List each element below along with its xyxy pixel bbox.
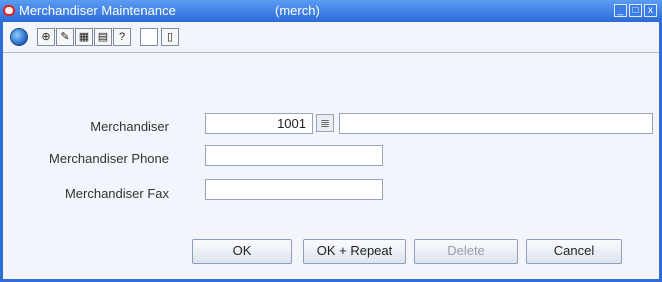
- globe-icon[interactable]: [10, 28, 28, 46]
- lookup-icon[interactable]: ≣: [316, 114, 334, 132]
- merchandiser-id-input[interactable]: [205, 113, 313, 134]
- window-title: Merchandiser Maintenance: [19, 3, 176, 18]
- delete-button[interactable]: Delete: [414, 239, 518, 264]
- help-circle-icon[interactable]: ⊕: [37, 28, 55, 46]
- notes-icon[interactable]: ✎: [56, 28, 74, 46]
- window-subtitle: (merch): [275, 3, 320, 18]
- merchandiser-fax-label: Merchandiser Fax: [64, 186, 169, 201]
- blank-icon[interactable]: [140, 28, 158, 46]
- merchandiser-phone-label: Merchandiser Phone: [49, 151, 169, 166]
- question-icon[interactable]: ?: [113, 28, 131, 46]
- merchandiser-maintenance-window: Merchandiser Maintenance (merch) _ □ x ⊕…: [0, 0, 662, 282]
- ok-repeat-button[interactable]: OK + Repeat: [303, 239, 406, 264]
- merchandiser-description-input[interactable]: [339, 113, 653, 134]
- calendar-icon[interactable]: ▦: [75, 28, 93, 46]
- merchandiser-phone-input[interactable]: [205, 145, 383, 166]
- maximize-icon[interactable]: □: [629, 4, 642, 17]
- cancel-button[interactable]: Cancel: [526, 239, 622, 264]
- document-icon[interactable]: ▯: [161, 28, 179, 46]
- title-bar[interactable]: Merchandiser Maintenance (merch) _ □ x: [0, 0, 662, 22]
- merchandiser-label: Merchandiser: [90, 119, 169, 134]
- close-icon[interactable]: x: [644, 4, 657, 17]
- ok-button[interactable]: OK: [192, 239, 292, 264]
- app-icon: [3, 5, 15, 16]
- merchandiser-fax-input[interactable]: [205, 179, 383, 200]
- merchandiser-form: Merchandiser ≣ Merchandiser Phone Mercha…: [3, 53, 659, 279]
- toolbar: ⊕ ✎ ▦ ▤ ? ▯: [3, 22, 659, 53]
- memo-icon[interactable]: ▤: [94, 28, 112, 46]
- minimize-icon[interactable]: _: [614, 4, 627, 17]
